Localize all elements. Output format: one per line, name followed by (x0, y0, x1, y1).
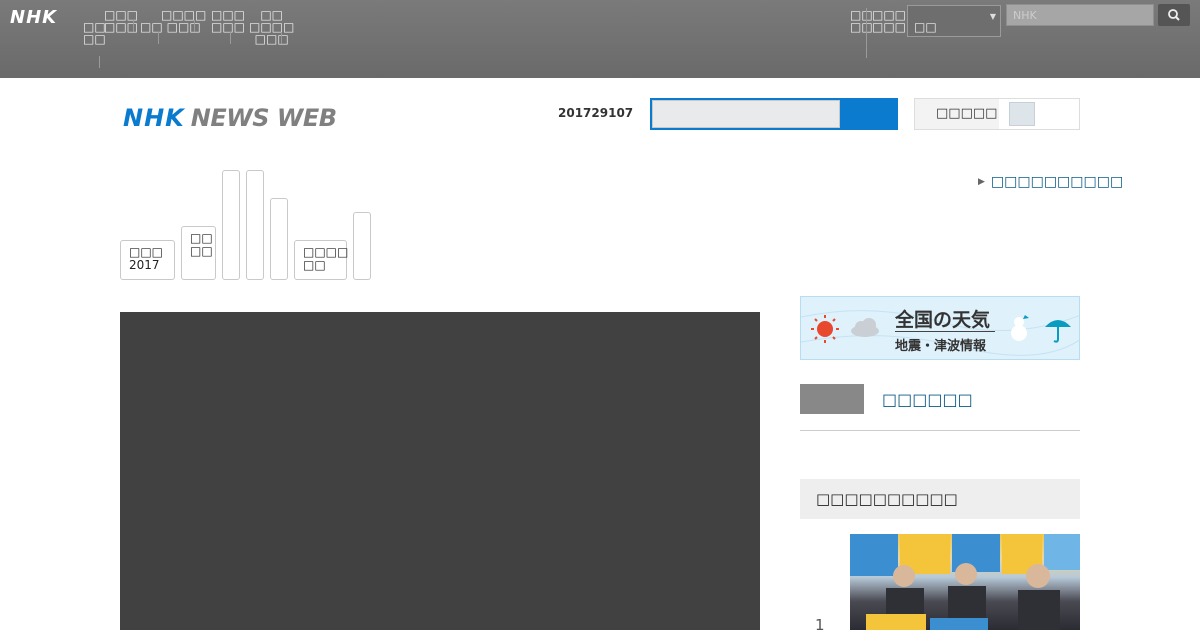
ranking-title: □□□□□□□□□□ (816, 490, 958, 508)
read-aloud-control: □□□□□ (914, 98, 1080, 130)
tab-category-6[interactable]: □□□□ □□ (294, 240, 348, 280)
nav-divider (866, 8, 867, 58)
global-nav-item-6[interactable]: □□ □□□□ □□□ (249, 9, 294, 45)
current-date: 201729107 (558, 106, 634, 120)
snowman-icon (1011, 315, 1029, 341)
global-nav-item-1[interactable]: □□ □□ (83, 21, 106, 45)
site-search-input[interactable] (652, 100, 840, 128)
nav-divider (281, 32, 282, 44)
search-icon (1168, 9, 1180, 21)
ranking-header: □□□□□□□□□□ (800, 479, 1080, 519)
global-nav-item-5[interactable]: □□□ □□□ (211, 9, 245, 33)
weather-divider (895, 331, 995, 332)
read-aloud-label: □□□□□ (936, 106, 998, 121)
cloud-icon (851, 318, 879, 337)
global-nav-item-right-2[interactable]: □□□ □□□ (872, 9, 906, 33)
nav-divider (194, 20, 195, 32)
read-aloud-toggle[interactable] (999, 99, 1079, 129)
ranking-number: 1 (815, 616, 825, 630)
site-search-button[interactable] (842, 100, 896, 128)
nav-divider (158, 32, 159, 44)
news-logo-news-web: NEWS WEB (190, 104, 337, 132)
sidebar-divider (800, 430, 1080, 431)
tab-category-2[interactable]: □□ □□ (181, 226, 216, 280)
tab-category-1[interactable]: □□□ 2017 (120, 240, 175, 280)
chevron-down-icon: ▼ (989, 12, 996, 21)
news-web-logo[interactable]: NHK NEWS WEB (123, 104, 337, 132)
main-video-player[interactable] (120, 312, 760, 630)
all-news-link-label: □□□□□□□□□□ (990, 174, 1124, 190)
tab-category-5[interactable] (270, 198, 288, 280)
ranking-thumbnail-image (850, 534, 1080, 630)
global-nav-bar: NHK □□ □□ □□□ □□□ □□ □□□□ □□□ □□□ □□□ □□… (0, 0, 1200, 78)
global-search-button[interactable] (1158, 4, 1190, 26)
site-search (650, 98, 898, 130)
nav-divider (230, 32, 231, 44)
global-nav-item-4[interactable]: □□□□ □□□ (161, 9, 206, 33)
global-search-input[interactable]: NHK (1006, 4, 1154, 26)
search-scope-select[interactable]: □□ ▼ (907, 5, 1001, 37)
live-stream-button[interactable] (800, 384, 864, 414)
sun-icon (811, 315, 839, 343)
nav-divider (99, 56, 100, 68)
live-stream-link[interactable]: □□□□□□ (882, 390, 973, 409)
weather-subtitle: 地震・津波情報 (895, 339, 987, 354)
triangle-right-icon: ▶ (978, 177, 985, 187)
nav-divider (133, 20, 134, 32)
search-scope-value: □□ (914, 20, 937, 34)
global-nav-item-3[interactable]: □□ (140, 21, 163, 33)
ranking-thumbnail[interactable] (850, 534, 1080, 630)
global-nav-item-right-1[interactable]: □□ □□ (850, 9, 873, 33)
news-logo-nhk: NHK (123, 104, 185, 132)
all-news-link[interactable]: ▶ □□□□□□□□□□ (978, 174, 1123, 190)
weather-title: 全国の天気 (895, 309, 991, 331)
tab-category-3[interactable] (222, 170, 240, 280)
weather-banner[interactable]: 全国の天気 地震・津波情報 (800, 296, 1080, 360)
tab-category-7[interactable] (353, 212, 371, 280)
nhk-global-logo[interactable]: NHK (10, 7, 57, 28)
toggle-knob (1009, 102, 1035, 126)
tab-category-4[interactable] (246, 170, 264, 280)
umbrella-icon (1045, 320, 1071, 343)
